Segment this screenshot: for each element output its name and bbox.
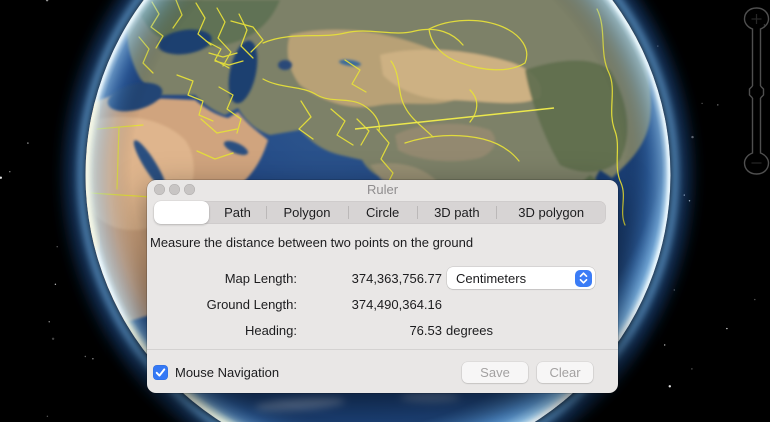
ruler-dialog: Ruler Path Polygon Circle 3D path 3D pol… xyxy=(147,180,618,393)
tab-polygon[interactable]: Polygon xyxy=(266,201,348,224)
save-button[interactable]: Save xyxy=(462,362,528,383)
heading-unit: degrees xyxy=(446,323,493,338)
dialog-titlebar[interactable]: Ruler xyxy=(147,180,618,200)
units-dropdown-value: Centimeters xyxy=(456,271,526,286)
tab-3d-path[interactable]: 3D path xyxy=(417,201,496,224)
bottom-bar: Mouse Navigation Save Clear xyxy=(153,357,593,387)
mouse-navigation-label: Mouse Navigation xyxy=(175,365,279,380)
heading-label: Heading: xyxy=(147,323,297,338)
units-dropdown[interactable]: Centimeters xyxy=(447,267,595,289)
ground-length-row: Ground Length: 374,490,364.16 xyxy=(147,291,618,317)
measurement-rows: Map Length: 374,363,756.77 Centimeters G… xyxy=(147,265,618,343)
tab-path[interactable]: Path xyxy=(209,201,266,224)
heading-value: 76.53 xyxy=(297,323,442,338)
map-length-row: Map Length: 374,363,756.77 Centimeters xyxy=(147,265,618,291)
dialog-description: Measure the distance between two points … xyxy=(150,235,614,250)
tab-circle[interactable]: Circle xyxy=(348,201,417,224)
dialog-title: Ruler xyxy=(147,182,618,197)
tab-3d-polygon[interactable]: 3D polygon xyxy=(496,201,606,224)
mouse-navigation-checkbox[interactable] xyxy=(153,365,168,380)
up-down-chevrons-icon xyxy=(575,270,592,287)
heading-row: Heading: 76.53 degrees xyxy=(147,317,618,343)
map-length-label: Map Length: xyxy=(147,271,297,286)
tab-bar: Path Polygon Circle 3D path 3D polygon xyxy=(154,201,606,224)
ground-length-label: Ground Length: xyxy=(147,297,297,312)
ground-length-value: 374,490,364.16 xyxy=(297,297,442,312)
map-length-value: 374,363,756.77 xyxy=(297,271,442,286)
google-earth-viewport: Ruler Path Polygon Circle 3D path 3D pol… xyxy=(0,0,770,422)
divider xyxy=(147,349,618,350)
clear-button[interactable]: Clear xyxy=(537,362,593,383)
tab-line[interactable] xyxy=(154,201,209,224)
checkmark-icon xyxy=(154,366,167,379)
